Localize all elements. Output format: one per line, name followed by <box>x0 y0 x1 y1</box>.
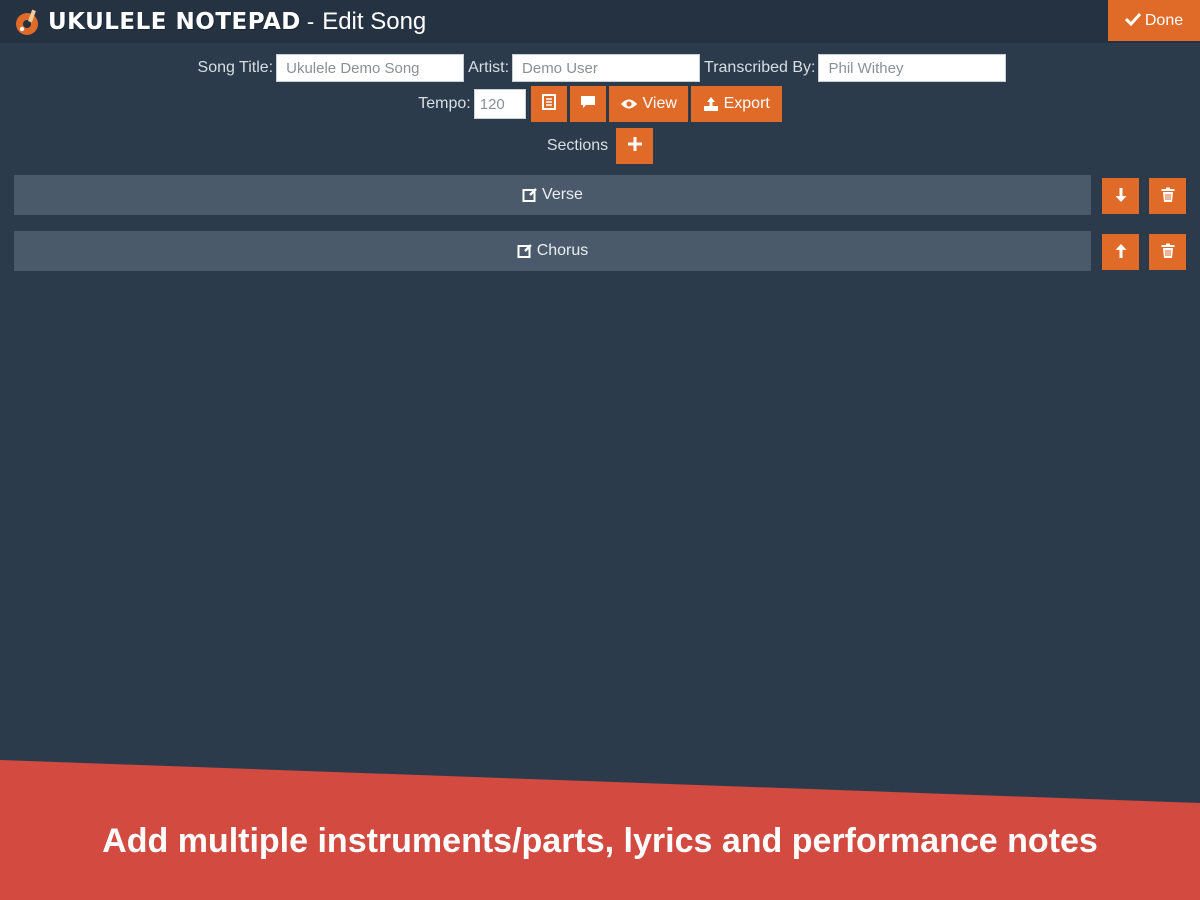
trash-icon <box>1161 187 1175 206</box>
done-label: Done <box>1144 11 1184 29</box>
promo-banner-text: Add multiple instruments/parts, lyrics a… <box>102 822 1098 860</box>
ukulele-logo-icon <box>12 6 44 38</box>
export-icon <box>703 96 719 112</box>
artist-label: Artist: <box>468 59 510 76</box>
comment-button[interactable] <box>569 86 606 122</box>
edit-icon <box>517 243 533 259</box>
artist-input[interactable] <box>512 54 701 82</box>
delete-section-button[interactable] <box>1149 234 1186 270</box>
add-section-button[interactable] <box>616 128 654 164</box>
arrow-up-icon <box>1115 243 1127 262</box>
transcribed-by-input[interactable] <box>818 54 1007 82</box>
song-title-label: Song Title: <box>197 59 274 76</box>
delete-section-button[interactable] <box>1149 178 1186 214</box>
edit-icon <box>522 187 538 203</box>
song-meta-row: Song Title: Artist: Transcribed By: <box>0 54 1200 82</box>
song-title-input[interactable] <box>276 54 465 82</box>
plus-icon <box>627 136 643 157</box>
title-separator: - <box>306 8 315 34</box>
tempo-input[interactable] <box>473 89 526 119</box>
section-row-verse: Verse <box>14 175 1188 215</box>
page-title: Edit Song <box>322 7 427 35</box>
tempo-row: Tempo: View Export <box>0 86 1200 122</box>
check-icon <box>1124 10 1141 31</box>
section-label: Verse <box>542 186 583 203</box>
view-label: View <box>642 95 677 112</box>
move-up-button[interactable] <box>1102 234 1139 270</box>
transcribed-by-label: Transcribed By: <box>704 59 816 76</box>
export-button[interactable]: Export <box>690 86 782 122</box>
section-bar[interactable]: Verse <box>14 175 1091 215</box>
comment-icon <box>580 95 596 114</box>
trash-icon <box>1161 243 1175 262</box>
section-bar[interactable]: Chorus <box>14 231 1091 271</box>
view-button[interactable]: View <box>608 86 688 122</box>
export-label: Export <box>723 95 770 112</box>
arrow-down-icon <box>1115 187 1127 206</box>
done-button[interactable]: Done <box>1108 0 1200 41</box>
notes-button[interactable] <box>530 86 567 122</box>
sections-label: Sections <box>546 137 609 154</box>
eye-icon <box>620 98 638 110</box>
section-row-chorus: Chorus <box>14 231 1188 271</box>
move-down-button[interactable] <box>1102 178 1139 214</box>
document-icon <box>541 93 556 115</box>
sections-header-row: Sections <box>0 128 1200 164</box>
section-label: Chorus <box>536 242 589 259</box>
app-name: UKULELE NOTEPAD <box>48 8 301 35</box>
tempo-label: Tempo: <box>418 95 471 112</box>
app-header: UKULELE NOTEPAD - Edit Song Done <box>0 0 1200 43</box>
